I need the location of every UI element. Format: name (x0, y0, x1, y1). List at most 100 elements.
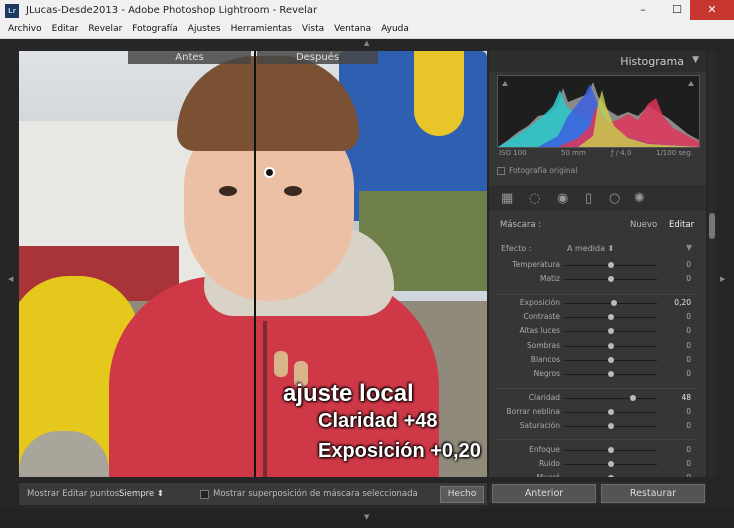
show-pins-select[interactable]: Siempre ⬍ (119, 489, 164, 499)
crop-overlay-icon[interactable]: ▦ (501, 191, 513, 206)
mask-overlay-checkbox[interactable] (200, 490, 209, 499)
slider-label: Contraste (523, 312, 560, 321)
slider-knob[interactable] (630, 395, 637, 401)
slider-contraste[interactable]: Contraste 0 (489, 311, 706, 324)
slider-value[interactable]: 0 (686, 473, 691, 477)
slider-knob[interactable] (608, 409, 614, 415)
menu-herramientas[interactable]: Herramientas (226, 22, 297, 34)
menu-fotografia[interactable]: Fotografía (127, 22, 183, 34)
slider-knob[interactable] (608, 314, 614, 320)
slider-knob[interactable] (608, 276, 614, 282)
close-button[interactable]: ✕ (690, 0, 734, 20)
after-label: Después (257, 51, 378, 64)
slider-knob[interactable] (610, 300, 617, 306)
slider-track[interactable] (565, 276, 657, 282)
slider-temperatura[interactable]: Temperatura 0 (489, 259, 706, 272)
slider-ruido[interactable]: Ruido 0 (489, 458, 706, 471)
slider-knob[interactable] (608, 343, 614, 349)
menu-editar[interactable]: Editar (47, 22, 84, 34)
slider-track[interactable] (565, 447, 657, 453)
slider-knob[interactable] (608, 328, 614, 334)
slider-exposicion[interactable]: Exposición 0,20 (489, 297, 706, 310)
menu-vista[interactable]: Vista (297, 22, 329, 34)
slider-value[interactable]: 0,20 (674, 298, 691, 307)
menu-ajustes[interactable]: Ajustes (183, 22, 226, 34)
scrollbar-thumb[interactable] (709, 213, 715, 239)
slider-track[interactable] (565, 461, 657, 467)
slider-knob[interactable] (608, 371, 614, 377)
reset-button[interactable]: Restaurar (601, 484, 705, 503)
slider-track[interactable] (565, 357, 657, 363)
minimize-button[interactable]: – (628, 0, 658, 20)
slider-track[interactable] (565, 343, 657, 349)
photo-zipper (263, 321, 267, 477)
slider-track[interactable] (565, 395, 657, 401)
right-panel-toggle-icon[interactable]: ▶ (720, 275, 725, 283)
slider-track[interactable] (565, 423, 657, 429)
menu-revelar[interactable]: Revelar (83, 22, 127, 34)
filmstrip-toggle-icon[interactable]: ▼ (364, 513, 369, 521)
radial-filter-icon[interactable]: ○ (609, 191, 620, 206)
menu-bar: Archivo Editar Revelar Fotografía Ajustes Her… (0, 22, 734, 39)
slider-value[interactable]: 0 (686, 260, 691, 269)
adjustment-brush-icon[interactable]: ✺ (634, 191, 645, 206)
slider-altas-luces[interactable]: Altas luces 0 (489, 325, 706, 338)
slider-blancos[interactable]: Blancos 0 (489, 354, 706, 367)
slider-muare[interactable]: Muaré 0 (489, 472, 706, 477)
slider-matiz[interactable]: Matiz 0 (489, 273, 706, 286)
done-button[interactable]: Hecho (440, 486, 484, 503)
effect-preset-select[interactable]: A medida ⬍ (567, 244, 614, 253)
maximize-button[interactable]: ☐ (662, 0, 692, 20)
slider-value[interactable]: 0 (686, 274, 691, 283)
adjustment-brush-pin[interactable] (264, 167, 275, 178)
slider-value[interactable]: 0 (686, 341, 691, 350)
menu-archivo[interactable]: Archivo (0, 22, 47, 34)
effect-collapse-icon[interactable]: ▼ (686, 243, 692, 252)
slider-track[interactable] (565, 262, 657, 268)
mask-new-button[interactable]: Nuevo (630, 220, 657, 230)
slider-knob[interactable] (608, 262, 614, 268)
slider-claridad[interactable]: Claridad 48 (489, 392, 706, 405)
slider-value[interactable]: 0 (686, 312, 691, 321)
red-eye-icon[interactable]: ◉ (557, 191, 568, 206)
previous-button[interactable]: Anterior (492, 484, 596, 503)
slider-value[interactable]: 0 (686, 445, 691, 454)
slider-value[interactable]: 0 (686, 407, 691, 416)
collapse-triangle-icon[interactable]: ▼ (692, 55, 699, 65)
slider-value[interactable]: 48 (681, 393, 691, 402)
slider-value[interactable]: 0 (686, 326, 691, 335)
spot-removal-icon[interactable]: ◌ (529, 191, 540, 206)
slider-value[interactable]: 0 (686, 421, 691, 430)
left-panel-toggle-icon[interactable]: ◀ (8, 275, 13, 283)
slider-track[interactable] (565, 300, 657, 306)
slider-knob[interactable] (608, 475, 614, 477)
menu-ayuda[interactable]: Ayuda (376, 22, 414, 34)
panel-scrollbar[interactable] (708, 51, 716, 477)
mask-edit-button[interactable]: Editar (669, 220, 694, 230)
before-after-split-line[interactable] (254, 51, 256, 477)
title-bar: Lr JLucas-Desde2013 - Adobe Photoshop Li… (0, 0, 734, 23)
slider-track[interactable] (565, 314, 657, 320)
slider-enfoque[interactable]: Enfoque 0 (489, 444, 706, 457)
slider-value[interactable]: 0 (686, 369, 691, 378)
slider-negros[interactable]: Negros 0 (489, 368, 706, 381)
slider-knob[interactable] (608, 447, 614, 453)
slider-saturacion[interactable]: Saturación 0 (489, 420, 706, 433)
slider-borrar-neblina[interactable]: Borrar neblina 0 (489, 406, 706, 419)
slider-track[interactable] (565, 409, 657, 415)
original-photo-toggle[interactable]: Fotografía original (497, 166, 577, 175)
slider-track[interactable] (565, 371, 657, 377)
slider-sombras[interactable]: Sombras 0 (489, 340, 706, 353)
slider-value[interactable]: 0 (686, 459, 691, 468)
slider-track[interactable] (565, 328, 657, 334)
menu-ventana[interactable]: Ventana (329, 22, 376, 34)
top-panel-toggle-icon[interactable]: ▲ (364, 39, 369, 47)
histogram-header[interactable]: Histograma ▼ (489, 51, 706, 72)
original-photo-checkbox[interactable] (497, 167, 505, 175)
slider-value[interactable]: 0 (686, 355, 691, 364)
slider-knob[interactable] (608, 357, 614, 363)
slider-knob[interactable] (608, 461, 614, 467)
graduated-filter-icon[interactable]: ▯ (585, 191, 592, 206)
panel-bottom-bar: Anterior Restaurar (489, 482, 706, 504)
slider-knob[interactable] (608, 423, 614, 429)
